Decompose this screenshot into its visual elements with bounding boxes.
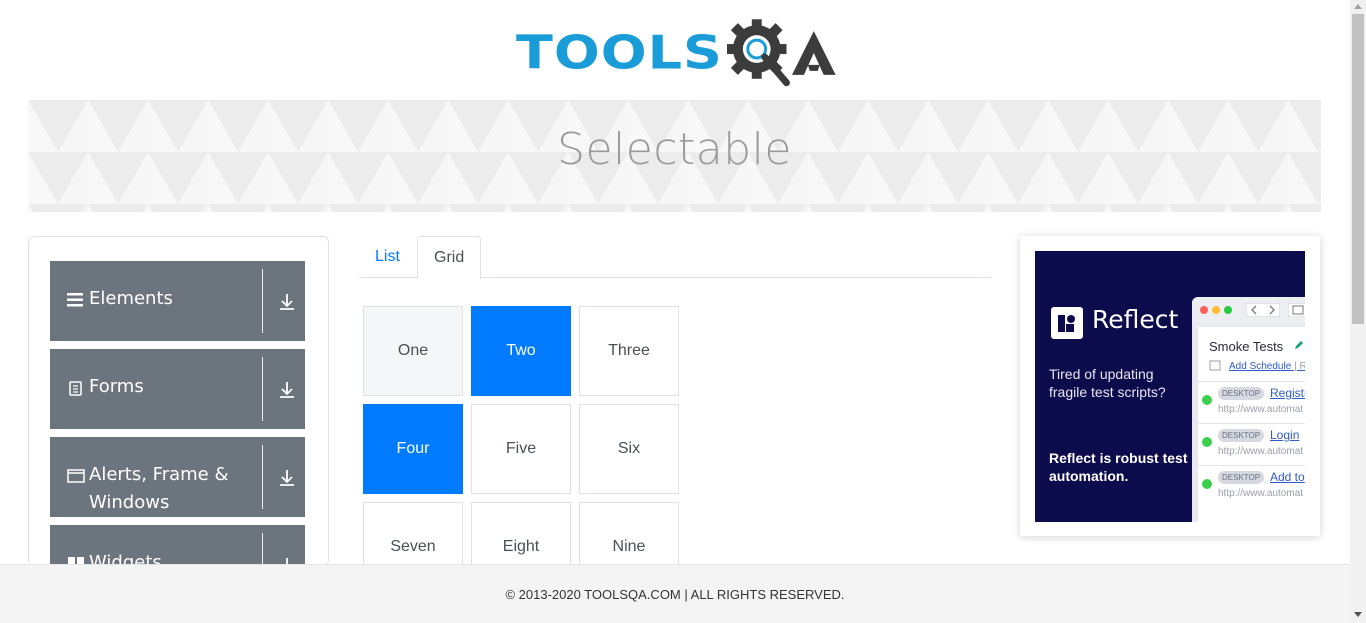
grid-item-six[interactable]: Six xyxy=(579,404,679,494)
sidebar-group-widgets[interactable]: Widgets xyxy=(50,525,305,566)
grid-item-three[interactable]: Three xyxy=(579,306,679,396)
window-titlebar xyxy=(1192,297,1305,323)
ad-schedule-link: Add Schedule | Ru xyxy=(1229,361,1305,372)
divider xyxy=(262,357,263,421)
sidebar-toggle-icon xyxy=(1288,303,1305,317)
tab-bar: List Grid xyxy=(359,236,991,279)
ad-test-name: Registr xyxy=(1270,386,1305,400)
ad-badge: DESKTOP xyxy=(1218,387,1265,400)
ad-test-url: http://www.automat xyxy=(1218,446,1304,457)
ad-test-url: http://www.automat xyxy=(1218,488,1304,499)
ad-badge: DESKTOP xyxy=(1218,429,1265,442)
scroll-down-arrow-icon[interactable] xyxy=(1354,612,1362,617)
sidebar-group-label: Alerts, Frame & Windows xyxy=(89,464,229,513)
ad-container: Reflect Tired of updating fragile test s… xyxy=(1020,236,1320,536)
ad-app-window: Smoke Tests Add Schedule | Ru DESKTOP Re… xyxy=(1192,297,1305,522)
status-dot-icon xyxy=(1202,479,1212,489)
page-scrollbar[interactable] xyxy=(1350,0,1366,623)
copyright-text: © 2013-2020 TOOLSQA.COM | ALL RIGHTS RES… xyxy=(505,587,845,602)
divider xyxy=(262,269,263,333)
ad-test-name: Login xyxy=(1270,428,1300,442)
ad-badge: DESKTOP xyxy=(1218,471,1265,484)
scroll-thumb[interactable] xyxy=(1352,14,1364,324)
sidebar-group-forms[interactable]: Forms xyxy=(50,349,305,429)
pencil-icon xyxy=(1295,341,1303,349)
reflect-logo-icon xyxy=(1051,307,1083,339)
letter-a-icon xyxy=(792,31,837,75)
ad-test-url: http://www.automat xyxy=(1218,404,1304,415)
sidebar-group-label: Elements xyxy=(89,288,173,309)
divider xyxy=(262,445,263,509)
document-icon xyxy=(69,381,82,396)
tab-list[interactable]: List xyxy=(359,236,416,278)
grid-item-two[interactable]: Two xyxy=(471,306,571,396)
grid-item-one[interactable]: One xyxy=(363,306,463,396)
menu-icon xyxy=(67,293,83,307)
ad-suite-title: Smoke Tests xyxy=(1209,339,1284,354)
logo-text: TOOLS xyxy=(516,25,723,80)
nav-arrows-icon xyxy=(1246,303,1280,317)
ad-test-row: DESKTOP Registr http://www.automat xyxy=(1198,381,1305,421)
site-logo[interactable]: TOOLS xyxy=(516,14,838,92)
ad-tagline-bold: Reflect is robust test automation. xyxy=(1049,450,1188,484)
close-dot-icon xyxy=(1200,306,1208,314)
page-banner: Selectable xyxy=(28,100,1321,212)
grid-item-four[interactable]: Four xyxy=(363,404,463,494)
window-icon xyxy=(67,469,85,483)
ad-banner[interactable]: Reflect Tired of updating fragile test s… xyxy=(1035,251,1305,522)
gear-magnifier-icon xyxy=(726,19,790,87)
ad-test-row: DESKTOP Login http://www.automat xyxy=(1198,423,1305,463)
minimize-dot-icon xyxy=(1212,306,1220,314)
sidebar: Elements Forms Alerts, Frame & Windows W… xyxy=(28,236,329,566)
ad-test-row: DESKTOP Add to http://www.automat xyxy=(1198,465,1305,505)
divider xyxy=(262,533,263,566)
window-body: Smoke Tests Add Schedule | Ru DESKTOP Re… xyxy=(1198,327,1305,522)
footer: © 2013-2020 TOOLSQA.COM | ALL RIGHTS RES… xyxy=(0,564,1350,623)
status-dot-icon xyxy=(1202,395,1212,405)
sidebar-group-label: Forms xyxy=(89,376,144,397)
download-arrow-icon[interactable] xyxy=(278,469,296,487)
ad-test-name: Add to xyxy=(1270,470,1305,484)
download-arrow-icon[interactable] xyxy=(278,293,296,311)
maximize-dot-icon xyxy=(1224,306,1232,314)
tab-grid[interactable]: Grid xyxy=(417,236,482,279)
download-arrow-icon[interactable] xyxy=(278,381,296,399)
calendar-icon xyxy=(1209,360,1221,371)
scroll-up-arrow-icon[interactable] xyxy=(1354,4,1362,9)
page: TOOLS Selectable Elements Forms Alerts, … xyxy=(0,0,1366,623)
sidebar-group-elements[interactable]: Elements xyxy=(50,261,305,341)
sidebar-group-alerts[interactable]: Alerts, Frame & Windows xyxy=(50,437,305,517)
ad-brand: Reflect xyxy=(1092,305,1179,334)
grid-item-five[interactable]: Five xyxy=(471,404,571,494)
page-title: Selectable xyxy=(557,124,792,175)
ad-tagline: Tired of updating fragile test scripts? xyxy=(1049,366,1166,400)
status-dot-icon xyxy=(1202,437,1212,447)
